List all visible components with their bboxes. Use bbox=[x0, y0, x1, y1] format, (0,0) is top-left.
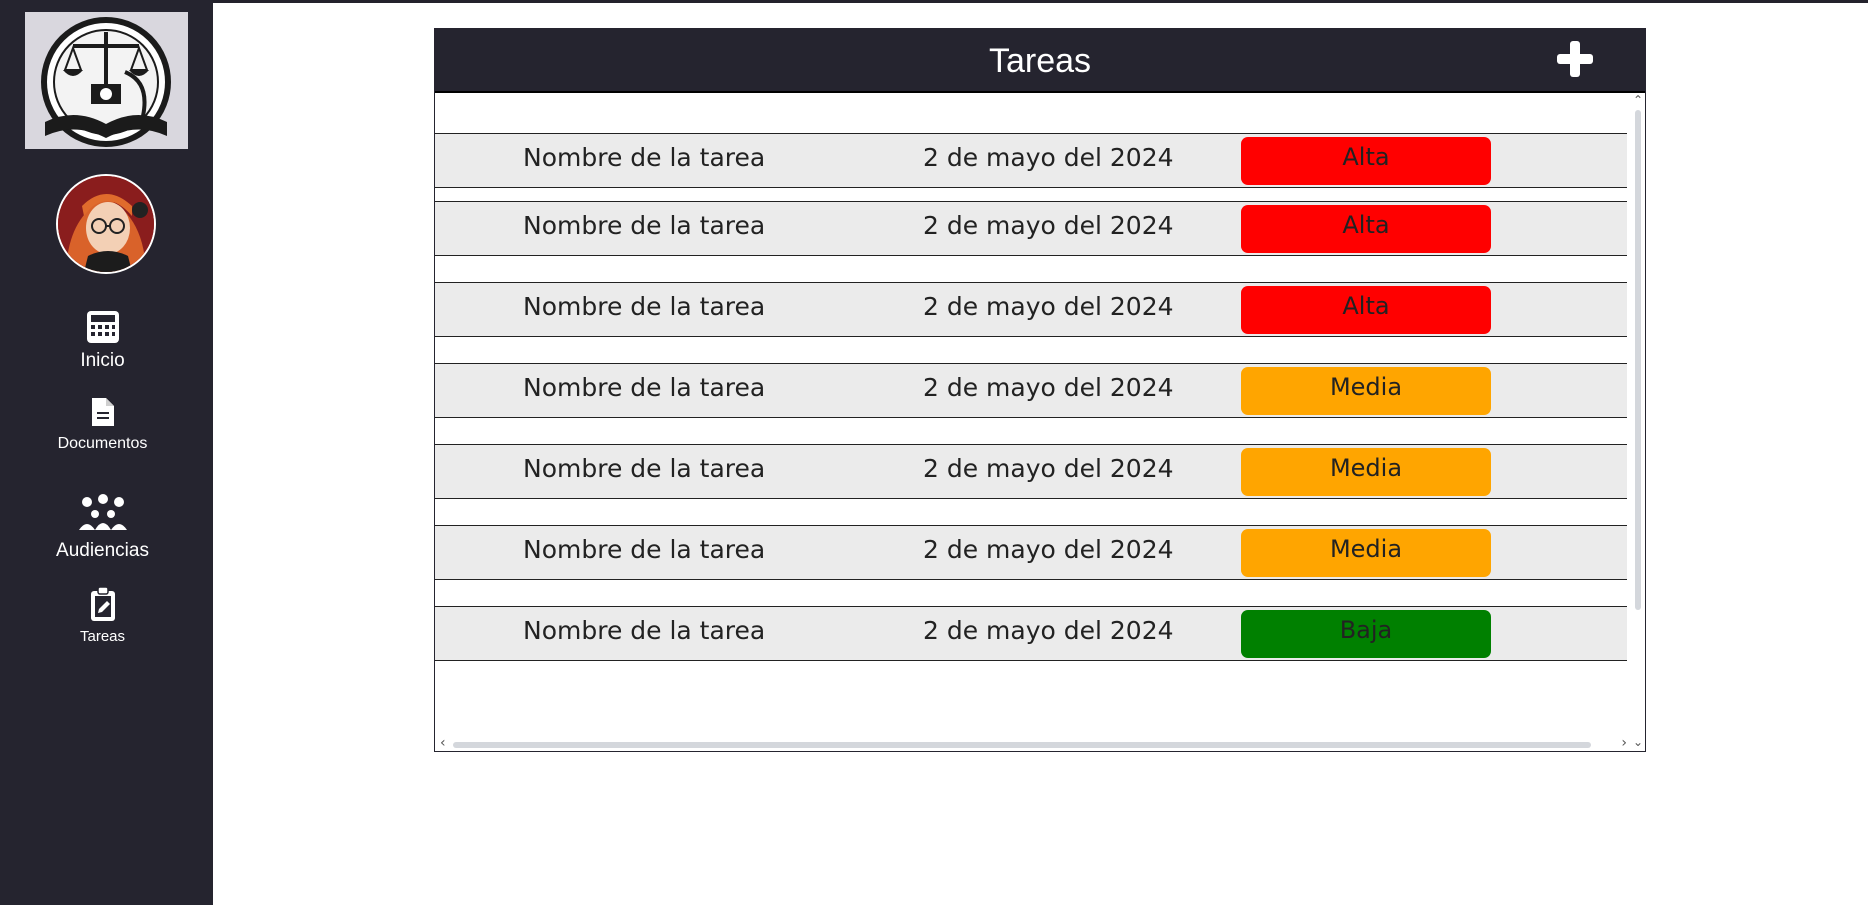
table-row[interactable]: Nombre de la tarea 2 de mayo del 2024 Me… bbox=[435, 525, 1627, 580]
sidebar: Inicio Documentos Audiencias Tareas bbox=[0, 0, 213, 905]
task-date: 2 de mayo del 2024 bbox=[923, 616, 1174, 645]
sidebar-item-label: Documentos bbox=[57, 435, 148, 452]
people-icon bbox=[0, 494, 205, 538]
task-name: Nombre de la tarea bbox=[523, 616, 766, 645]
table-row[interactable]: Nombre de la tarea 2 de mayo del 2024 Me… bbox=[435, 363, 1627, 418]
task-date: 2 de mayo del 2024 bbox=[923, 292, 1174, 321]
task-date: 2 de mayo del 2024 bbox=[923, 211, 1174, 240]
calculator-icon bbox=[0, 310, 205, 348]
add-task-button[interactable] bbox=[1555, 39, 1595, 79]
sidebar-item-inicio[interactable]: Inicio bbox=[0, 310, 205, 372]
plus-icon bbox=[1555, 41, 1595, 83]
sidebar-item-label: Audiencias bbox=[56, 540, 149, 561]
priority-badge[interactable]: Media bbox=[1241, 529, 1491, 577]
horizontal-scrollbar[interactable]: ‹ › bbox=[435, 735, 1627, 751]
priority-badge[interactable]: Baja bbox=[1241, 610, 1491, 658]
sidebar-item-label: Inicio bbox=[80, 350, 125, 371]
top-border bbox=[0, 0, 1868, 3]
priority-badge[interactable]: Media bbox=[1241, 367, 1491, 415]
scrollbar-thumb[interactable] bbox=[1635, 110, 1641, 610]
priority-badge[interactable]: Media bbox=[1241, 448, 1491, 496]
task-date: 2 de mayo del 2024 bbox=[923, 143, 1174, 172]
table-row[interactable]: Nombre de la tarea 2 de mayo del 2024 Al… bbox=[435, 133, 1627, 188]
task-date: 2 de mayo del 2024 bbox=[923, 535, 1174, 564]
task-name: Nombre de la tarea bbox=[523, 292, 766, 321]
panel-header: Tareas bbox=[435, 29, 1645, 93]
tasks-panel: Tareas Nombre de la tarea 2 de mayo del … bbox=[434, 28, 1646, 752]
chevron-left-icon[interactable]: ‹ bbox=[440, 735, 446, 751]
priority-badge[interactable]: Alta bbox=[1241, 137, 1491, 185]
task-name: Nombre de la tarea bbox=[523, 211, 766, 240]
clipboard-icon bbox=[0, 586, 205, 626]
sidebar-item-audiencias[interactable]: Audiencias bbox=[0, 494, 205, 562]
scrollbar-thumb[interactable] bbox=[453, 742, 1591, 748]
document-icon bbox=[0, 396, 205, 432]
priority-badge[interactable]: Alta bbox=[1241, 205, 1491, 253]
task-date: 2 de mayo del 2024 bbox=[923, 454, 1174, 483]
sidebar-item-tareas[interactable]: Tareas bbox=[0, 586, 205, 645]
table-row[interactable]: Nombre de la tarea 2 de mayo del 2024 Ba… bbox=[435, 606, 1627, 661]
task-list: Nombre de la tarea 2 de mayo del 2024 Al… bbox=[435, 93, 1627, 749]
page-title: Tareas bbox=[988, 42, 1092, 80]
chevron-right-icon[interactable]: › bbox=[1621, 735, 1627, 751]
chevron-up-icon[interactable]: ⌃ bbox=[1631, 93, 1645, 107]
task-name: Nombre de la tarea bbox=[523, 373, 766, 402]
table-row[interactable]: Nombre de la tarea 2 de mayo del 2024 Me… bbox=[435, 444, 1627, 499]
task-name: Nombre de la tarea bbox=[523, 143, 766, 172]
vertical-scrollbar[interactable]: ⌃ ⌄ bbox=[1629, 93, 1645, 749]
task-date: 2 de mayo del 2024 bbox=[923, 373, 1174, 402]
task-name: Nombre de la tarea bbox=[523, 535, 766, 564]
sidebar-item-label: Tareas bbox=[79, 628, 126, 645]
task-name: Nombre de la tarea bbox=[523, 454, 766, 483]
table-row[interactable]: Nombre de la tarea 2 de mayo del 2024 Al… bbox=[435, 201, 1627, 256]
sidebar-item-documentos[interactable]: Documentos bbox=[0, 396, 205, 453]
table-row[interactable]: Nombre de la tarea 2 de mayo del 2024 Al… bbox=[435, 282, 1627, 337]
chevron-down-icon[interactable]: ⌄ bbox=[1631, 735, 1645, 749]
priority-badge[interactable]: Alta bbox=[1241, 286, 1491, 334]
logo bbox=[25, 12, 188, 149]
avatar[interactable] bbox=[56, 174, 156, 274]
